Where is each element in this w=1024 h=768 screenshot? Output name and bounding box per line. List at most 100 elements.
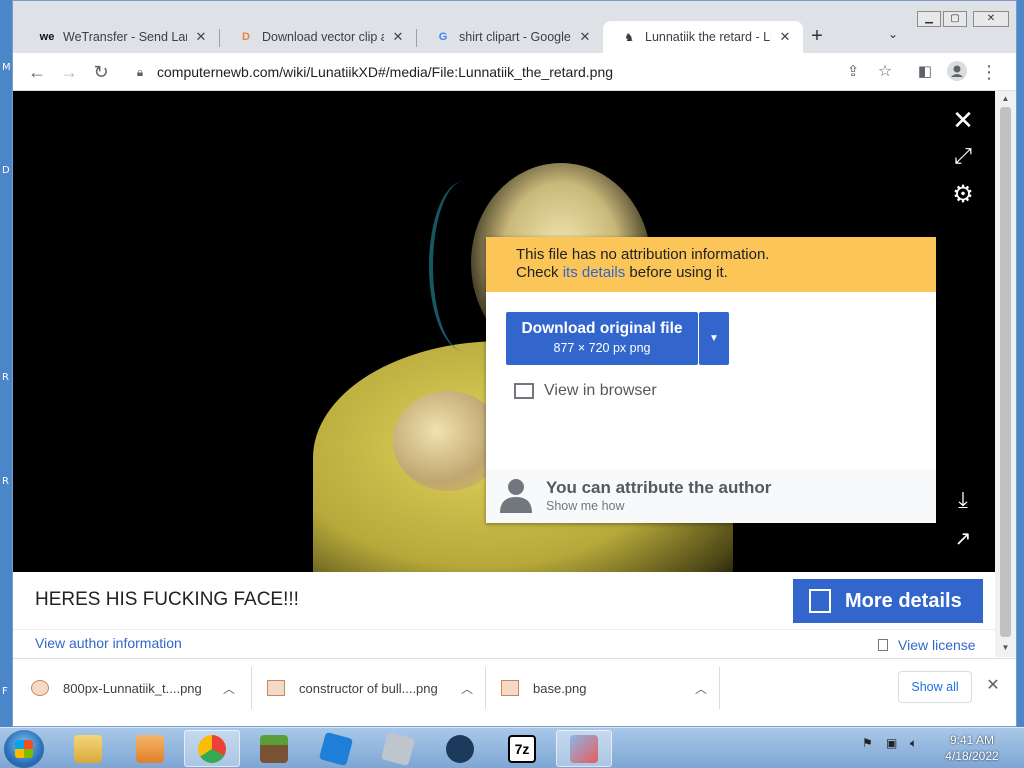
shelf-separator	[719, 667, 720, 709]
back-button[interactable]: ←	[25, 61, 49, 83]
desktop-edge-text: R	[2, 372, 9, 383]
more-details-button[interactable]: More details	[793, 579, 983, 623]
action-center-icon[interactable]: ⚑	[862, 736, 880, 754]
media-player-taskbar-icon[interactable]	[122, 730, 178, 767]
png-file-icon	[267, 680, 285, 696]
download-icon[interactable]: ⤓	[948, 487, 978, 513]
wiki-icon: ♞	[624, 31, 634, 44]
scroll-up-arrow[interactable]: ▲	[1000, 94, 1011, 104]
7zip-taskbar-icon[interactable]: 7z	[494, 730, 550, 767]
chevron-up-icon[interactable]: ︿	[223, 680, 235, 697]
chrome-taskbar-icon[interactable]	[184, 730, 240, 767]
download-item[interactable]: base.png ︿	[501, 659, 721, 717]
taskbar-clock[interactable]: 9:41 AM 4/18/2022	[930, 732, 1014, 764]
png-file-icon	[501, 680, 519, 696]
view-author-link[interactable]: View author information	[35, 635, 182, 651]
forward-button[interactable]: →	[57, 61, 81, 83]
download-filename: constructor of bull....png	[299, 680, 438, 696]
view-in-browser-label: View in browser	[544, 382, 657, 399]
download-original-button[interactable]: Download original file 877 × 720 px png	[506, 312, 698, 365]
fullscreen-icon[interactable]: ⤢	[948, 143, 978, 169]
close-window-button[interactable]: ✕	[973, 11, 1009, 27]
view-in-browser-link[interactable]: View in browser	[514, 382, 657, 400]
scroll-thumb[interactable]	[1000, 107, 1011, 637]
warning-after-text: before using it.	[625, 264, 728, 281]
image-caption: HERES HIS FUCKING FACE!!!	[35, 589, 299, 610]
tab-title: Lunnatiik the retard - Lu	[645, 30, 771, 44]
address-bar[interactable]: 🔒︎ computernewb.com/wiki/LunatiikXD#/med…	[131, 57, 911, 87]
tab-search-chevron-icon[interactable]: ⌄	[883, 27, 903, 47]
minimize-button[interactable]: ▁	[917, 11, 941, 27]
tab-vector-clip-art[interactable]: D Download vector clip art ✕	[220, 21, 416, 53]
attribution-warning: This file has no attribution information…	[486, 237, 936, 292]
tab-wiki-active[interactable]: ♞ Lunnatiik the retard - Lu ✕	[603, 21, 803, 53]
share-external-icon[interactable]: ↗	[948, 526, 978, 551]
lock-icon: 🔒︎	[136, 64, 144, 79]
maximize-button[interactable]: ▢	[943, 11, 967, 27]
author-bar: View author information View license	[13, 629, 995, 659]
tab-title: WeTransfer - Send Large	[63, 30, 187, 44]
clock-time: 9:41 AM	[949, 733, 995, 747]
png-file-icon	[31, 680, 49, 696]
kebab-menu-icon[interactable]: ⋮	[977, 61, 1001, 83]
start-button[interactable]	[4, 730, 44, 768]
scroll-down-arrow[interactable]: ▼	[1000, 643, 1011, 653]
view-license-link[interactable]: View license	[878, 637, 976, 653]
side-panel-icon[interactable]: ◧	[913, 61, 937, 83]
close-tab-icon[interactable]: ✕	[390, 29, 406, 45]
close-tab-icon[interactable]: ✕	[193, 29, 209, 45]
show-all-button[interactable]: Show all	[898, 671, 972, 703]
minecraft-taskbar-icon[interactable]	[246, 730, 302, 767]
network-icon[interactable]: ▣	[886, 736, 904, 754]
paint-taskbar-icon[interactable]	[556, 730, 612, 767]
desktop-edge-text: R	[2, 476, 9, 487]
share-icon[interactable]: ⇪	[841, 61, 865, 83]
attribute-author-section[interactable]: You can attribute the author Show me how	[486, 469, 936, 523]
new-tab-button[interactable]: +	[805, 25, 829, 49]
close-tab-icon[interactable]: ✕	[577, 29, 593, 45]
desktop-edge-text: M	[2, 62, 11, 73]
download-filename: base.png	[533, 680, 587, 696]
desktop-edge-text: D	[2, 165, 10, 176]
shelf-separator	[251, 667, 252, 709]
its-details-link[interactable]: its details	[563, 264, 626, 281]
page-scrollbar[interactable]: ▲ ▼	[995, 91, 1016, 657]
more-details-label: More details	[845, 589, 962, 612]
attribute-title: You can attribute the author	[546, 478, 772, 497]
warning-line1: This file has no attribution information…	[516, 246, 770, 263]
download-options-dropdown[interactable]: ▼	[699, 312, 729, 365]
file-explorer-taskbar-icon[interactable]	[60, 730, 116, 767]
roblox-taskbar-icon[interactable]	[370, 730, 426, 767]
license-icon	[878, 639, 888, 651]
tab-title: shirt clipart - Google Sea	[459, 30, 571, 44]
roblox-studio-taskbar-icon[interactable]	[308, 730, 364, 767]
vector-site-icon: D	[242, 31, 250, 43]
view-license-label: View license	[898, 637, 976, 653]
chevron-up-icon[interactable]: ︿	[695, 680, 707, 697]
profile-avatar-icon[interactable]	[945, 61, 969, 83]
close-tab-icon[interactable]: ✕	[777, 29, 793, 45]
wetransfer-icon: we	[39, 31, 55, 43]
windows-taskbar: 7z ⚑ ▣ 🔈︎ 9:41 AM 4/18/2022	[0, 727, 1024, 768]
close-shelf-icon[interactable]: ✕	[983, 675, 1003, 695]
tab-strip: we WeTransfer - Send Large ✕ D Download …	[13, 1, 1016, 53]
download-item[interactable]: constructor of bull....png ︿	[267, 659, 487, 717]
download-item[interactable]: 800px-Lunnatiik_t....png ︿	[31, 659, 251, 717]
steam-taskbar-icon[interactable]	[432, 730, 488, 767]
reload-button[interactable]: ↻	[89, 61, 113, 83]
browser-toolbar: ← → ↻ 🔒︎ computernewb.com/wiki/LunatiikX…	[13, 53, 1016, 91]
chevron-up-icon[interactable]: ︿	[461, 680, 473, 697]
tab-wetransfer[interactable]: we WeTransfer - Send Large ✕	[21, 21, 219, 53]
user-avatar-icon	[500, 479, 532, 513]
clock-date: 4/18/2022	[945, 749, 999, 763]
volume-icon[interactable]: 🔈︎	[910, 736, 928, 754]
tab-google-search[interactable]: G shirt clipart - Google Sea ✕	[417, 21, 603, 53]
desktop-edge-text: F	[2, 686, 8, 697]
shelf-separator	[485, 667, 486, 709]
bookmark-star-icon[interactable]: ☆	[873, 61, 897, 83]
settings-gear-icon[interactable]: ⚙	[948, 180, 978, 209]
close-viewer-icon[interactable]: ✕	[948, 105, 978, 136]
show-me-how-link[interactable]: Show me how	[546, 499, 625, 513]
tab-title: Download vector clip art	[262, 30, 384, 44]
warning-line2: Check its details before using it.	[516, 264, 906, 282]
